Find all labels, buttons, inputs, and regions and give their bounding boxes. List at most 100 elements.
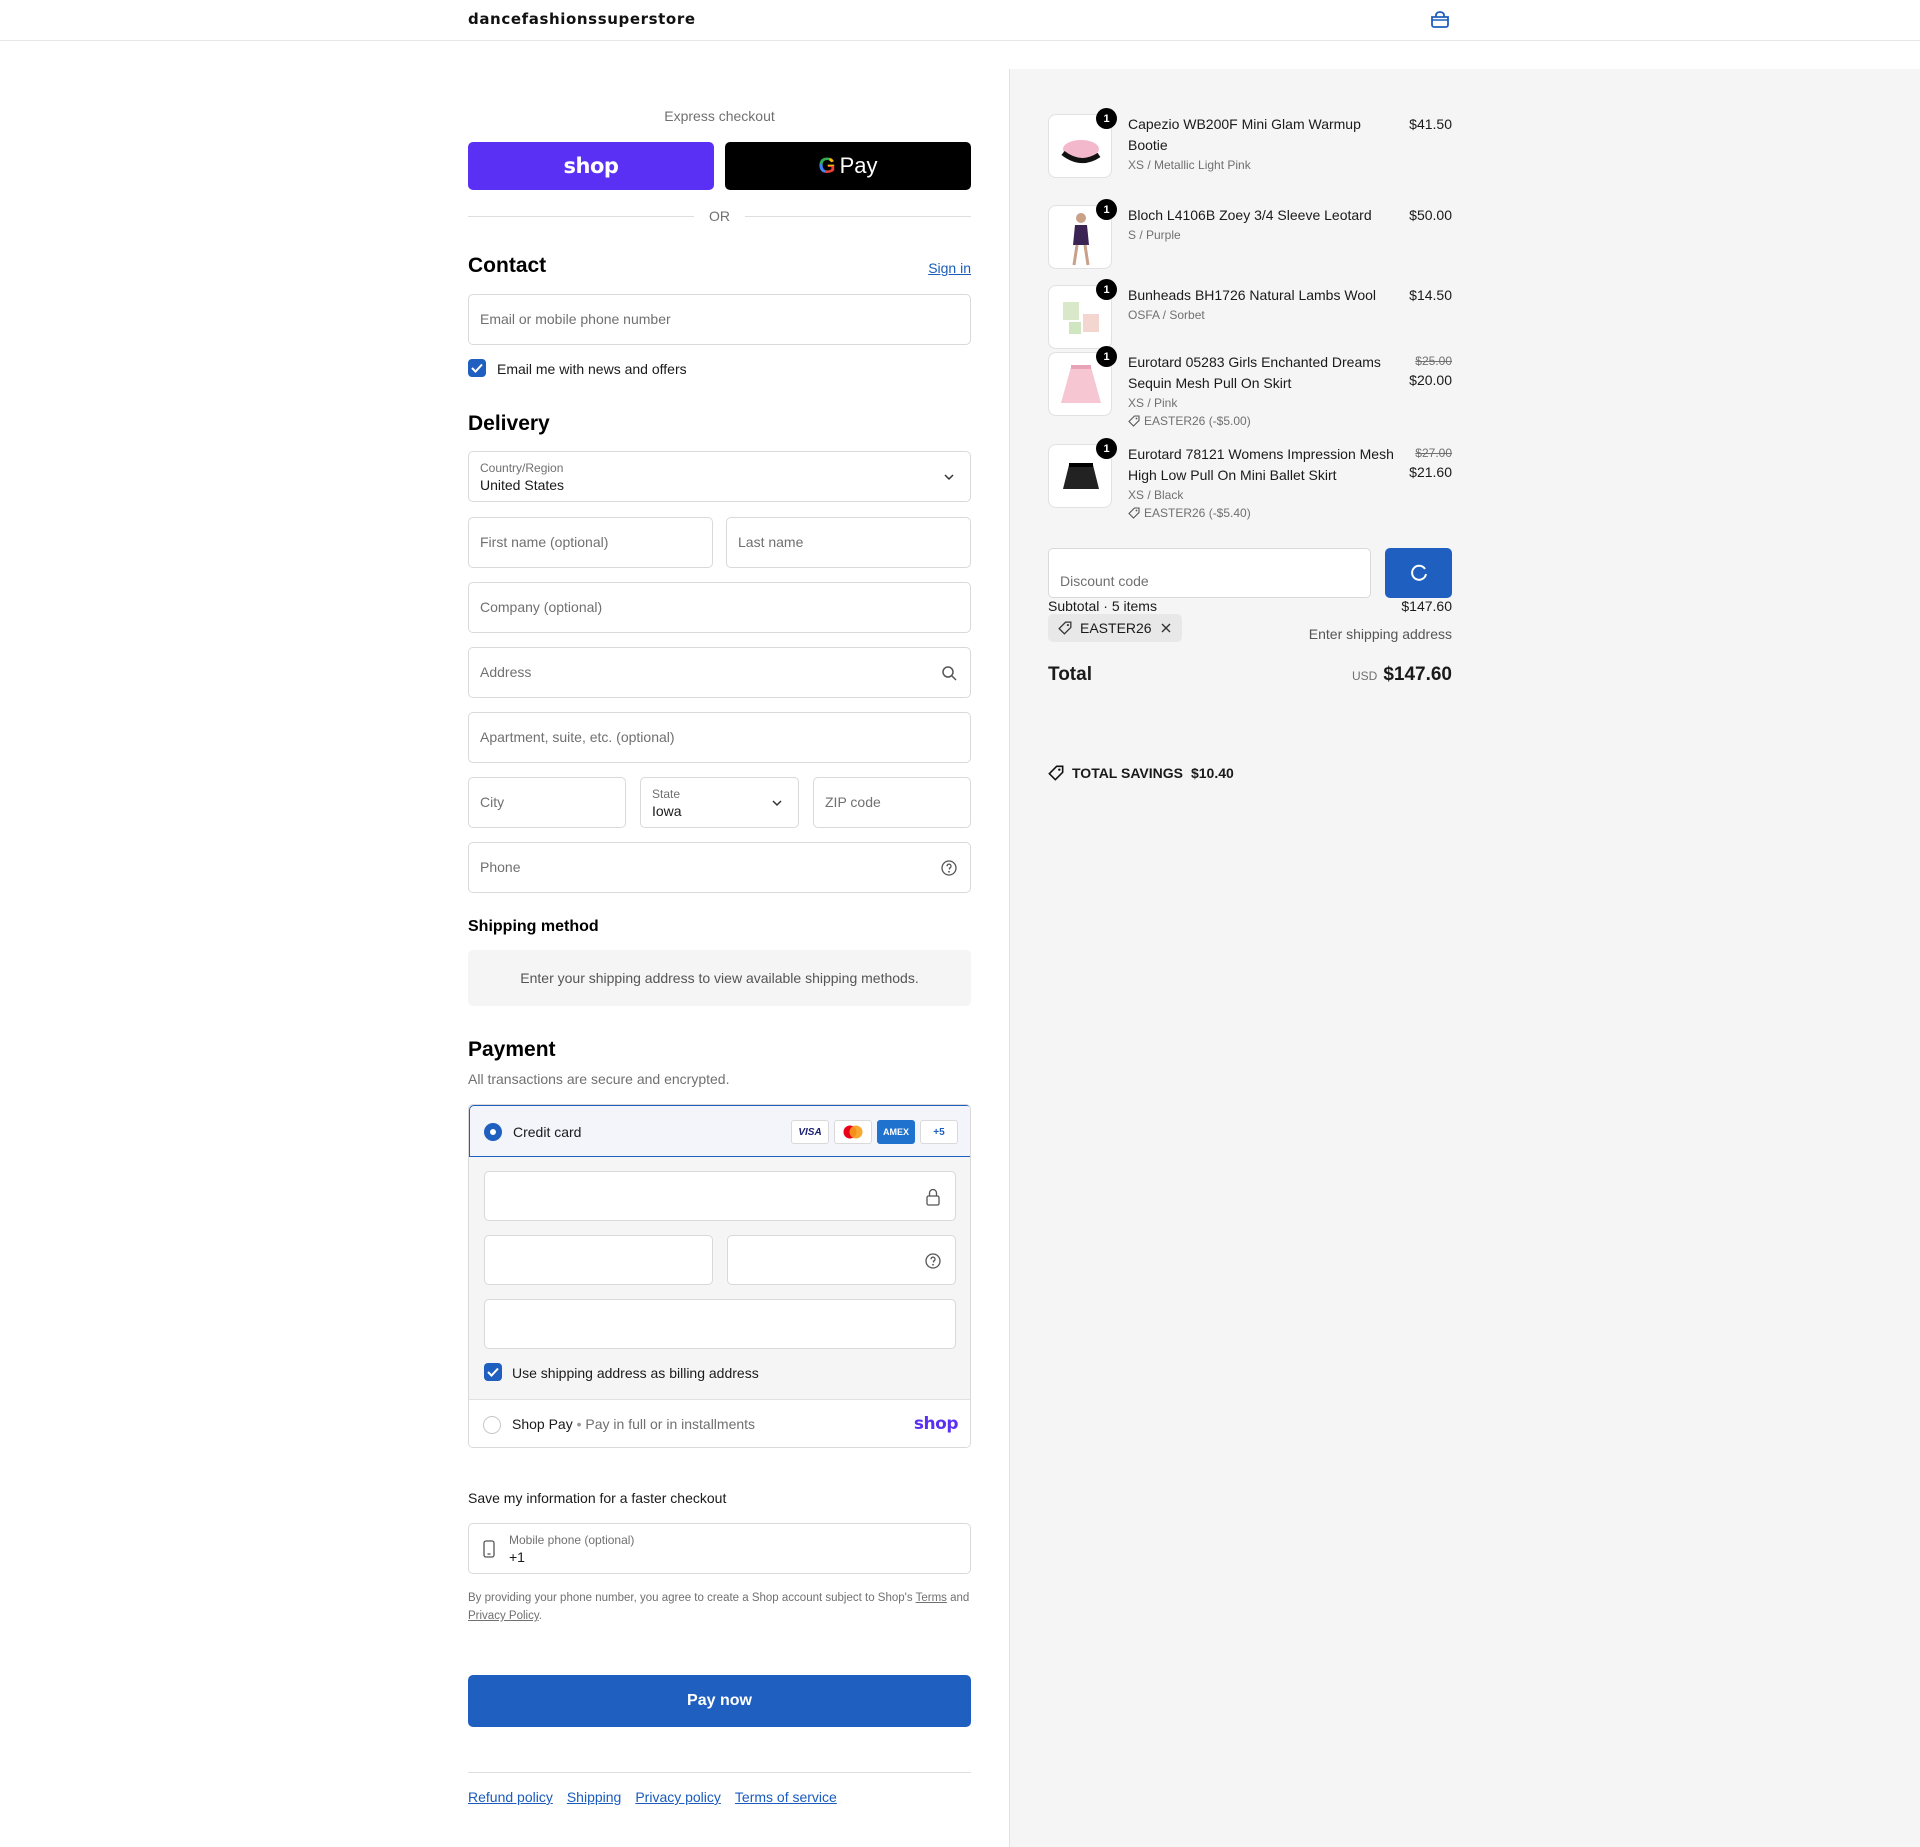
store-logo[interactable]: dancefashionssuperstore <box>468 10 696 28</box>
item-name: Bunheads BH1726 Natural Lambs Wool <box>1128 287 1377 303</box>
cart-item: 1 Eurotard 05283 Girls Enchanted Dreams … <box>1048 346 1452 428</box>
or-label: OR <box>709 208 730 224</box>
last-name-placeholder: Last name <box>738 534 804 550</box>
privacy-policy-link[interactable]: Privacy policy <box>635 1789 721 1805</box>
shipping-value: Enter shipping address <box>1308 626 1452 642</box>
shop-terms-link[interactable]: Terms <box>916 1592 947 1604</box>
item-original-price: $25.00 <box>1415 354 1452 368</box>
tag-icon <box>1128 415 1140 427</box>
mobile-phone-field[interactable]: Mobile phone (optional) +1 <box>468 1523 971 1574</box>
last-name-field[interactable]: Last name <box>726 517 971 568</box>
applied-discount-chip: EASTER26 <box>1048 614 1182 642</box>
shop-privacy-link[interactable]: Privacy Policy <box>468 1610 539 1622</box>
address-field[interactable]: Address <box>468 647 971 698</box>
sign-in-link[interactable]: Sign in <box>928 260 971 276</box>
country-label: Country/Region <box>480 461 564 475</box>
total-value: $147.60 <box>1383 664 1452 685</box>
discount-placeholder: Discount code <box>1060 573 1149 589</box>
payment-options: Credit card VISA AMEX +5 Use shipping ad… <box>468 1104 971 1448</box>
security-code-field[interactable] <box>727 1235 956 1285</box>
company-placeholder: Company (optional) <box>480 599 603 615</box>
terms-and: and <box>950 1592 970 1604</box>
country-value: United States <box>480 477 565 493</box>
state-select[interactable]: State Iowa <box>640 777 799 828</box>
total-price: USD $147.60 <box>1352 664 1452 686</box>
cart-item: 1 Bloch L4106B Zoey 3/4 Sleeve Leotard S… <box>1048 199 1452 275</box>
footer-divider <box>468 1772 971 1773</box>
shop-pay-express-button[interactable]: shop <box>468 142 714 190</box>
apartment-field[interactable]: Apartment, suite, etc. (optional) <box>468 712 971 763</box>
mobile-phone-label: Mobile phone (optional) <box>509 1533 635 1547</box>
item-name: Capezio WB200F Mini Glam Warmup Bootie <box>1128 116 1361 153</box>
credit-card-option[interactable]: Credit card VISA AMEX +5 <box>469 1105 970 1157</box>
lock-icon <box>926 1188 940 1206</box>
gpay-label: Pay <box>839 153 878 178</box>
mobile-phone-icon <box>483 1540 495 1558</box>
country-select[interactable]: Country/Region United States <box>468 451 971 502</box>
item-price: $41.50 <box>1409 116 1452 132</box>
phone-field[interactable]: Phone <box>468 842 971 893</box>
zip-field[interactable]: ZIP code <box>813 777 971 828</box>
state-value: Iowa <box>652 803 682 819</box>
shop-pay-option[interactable]: Shop Pay • Pay in full or in installment… <box>469 1399 970 1447</box>
shop-pay-sub: Pay in full or in installments <box>585 1416 756 1432</box>
city-placeholder: City <box>480 794 505 810</box>
item-variant: OSFA / Sorbet <box>1128 308 1205 322</box>
item-discount-label: EASTER26 (-$5.00) <box>1144 414 1251 428</box>
total-savings: TOTAL SAVINGS $10.40 <box>1048 765 1234 781</box>
shop-logo: shop <box>563 154 619 178</box>
pay-now-button[interactable]: Pay now <box>468 1675 971 1727</box>
item-price: $50.00 <box>1409 207 1452 223</box>
first-name-field[interactable]: First name (optional) <box>468 517 713 568</box>
refund-policy-link[interactable]: Refund policy <box>468 1789 553 1805</box>
shipping-link[interactable]: Shipping <box>567 1789 622 1805</box>
close-icon[interactable] <box>1160 622 1172 634</box>
credit-card-radio[interactable] <box>484 1123 502 1141</box>
loading-spinner-icon <box>1410 564 1427 581</box>
shop-terms-text: By providing your phone number, you agre… <box>468 1589 971 1625</box>
quantity-badge: 1 <box>1096 279 1117 300</box>
expiration-field[interactable] <box>484 1235 713 1285</box>
shop-pay-text: Shop Pay • Pay in full or in installment… <box>512 1416 756 1432</box>
delivery-title: Delivery <box>468 412 550 435</box>
total-label: Total <box>1048 664 1092 685</box>
item-name: Bloch L4106B Zoey 3/4 Sleeve Leotard <box>1128 207 1372 223</box>
help-icon[interactable] <box>941 860 957 876</box>
chevron-down-icon <box>944 474 954 481</box>
city-field[interactable]: City <box>468 777 626 828</box>
apartment-placeholder: Apartment, suite, etc. (optional) <box>480 729 675 745</box>
currency-label: USD <box>1351 669 1378 683</box>
email-placeholder: Email or mobile phone number <box>480 311 671 327</box>
name-on-card-field[interactable] <box>484 1299 956 1349</box>
terms-prefix: By providing your phone number, you agre… <box>468 1592 913 1604</box>
card-number-field[interactable] <box>484 1171 956 1221</box>
item-variant: XS / Black <box>1128 488 1184 502</box>
billing-label: Use shipping address as billing address <box>512 1365 759 1381</box>
item-variant: XS / Metallic Light Pink <box>1128 158 1251 172</box>
company-field[interactable]: Company (optional) <box>468 582 971 633</box>
shop-pay-radio[interactable] <box>483 1416 501 1434</box>
subtotal-value: $147.60 <box>1401 598 1452 614</box>
address-placeholder: Address <box>480 664 532 680</box>
subtotal-label: Subtotal · 5 items <box>1048 598 1157 614</box>
billing-checkbox[interactable] <box>484 1363 502 1381</box>
discount-code-field[interactable]: Discount code <box>1048 548 1371 598</box>
check-icon <box>487 1367 499 1377</box>
bag-icon[interactable] <box>1428 10 1452 30</box>
item-original-price: $27.00 <box>1415 446 1452 460</box>
help-icon[interactable] <box>925 1253 941 1269</box>
google-g-icon: G <box>818 153 836 178</box>
or-divider: OR <box>468 208 971 224</box>
news-checkbox[interactable] <box>468 359 486 377</box>
item-discount: EASTER26 (-$5.40) <box>1128 504 1398 522</box>
item-discount-label: EASTER26 (-$5.40) <box>1144 506 1251 520</box>
payment-title: Payment <box>468 1038 556 1061</box>
terms-of-service-link[interactable]: Terms of service <box>735 1789 837 1805</box>
cart-item: 1 Bunheads BH1726 Natural Lambs Wool OSF… <box>1048 279 1452 355</box>
email-field[interactable]: Email or mobile phone number <box>468 294 971 345</box>
quantity-badge: 1 <box>1096 108 1117 129</box>
chevron-down-icon <box>772 800 782 807</box>
mobile-phone-value: +1 <box>509 1549 525 1565</box>
google-pay-button[interactable]: G Pay <box>725 142 971 190</box>
apply-discount-button[interactable] <box>1385 548 1452 598</box>
